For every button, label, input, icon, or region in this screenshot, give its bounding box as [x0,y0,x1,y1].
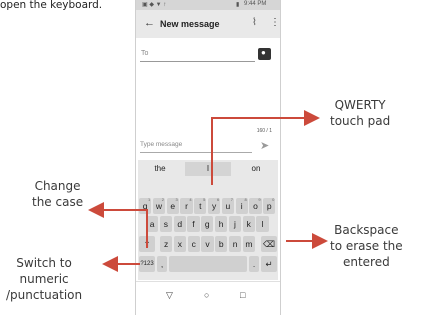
qwerty-callout-line [211,110,320,185]
backspace-annotation: Backspace to erase the entered [330,223,403,269]
numeric-annotation: Switch to numeric/punctuation [6,256,83,302]
qwerty-annotation: QWERTY touch pad [330,98,391,128]
change-case-annotation: Change the case [32,179,84,209]
change-case-callout-line [88,202,148,248]
